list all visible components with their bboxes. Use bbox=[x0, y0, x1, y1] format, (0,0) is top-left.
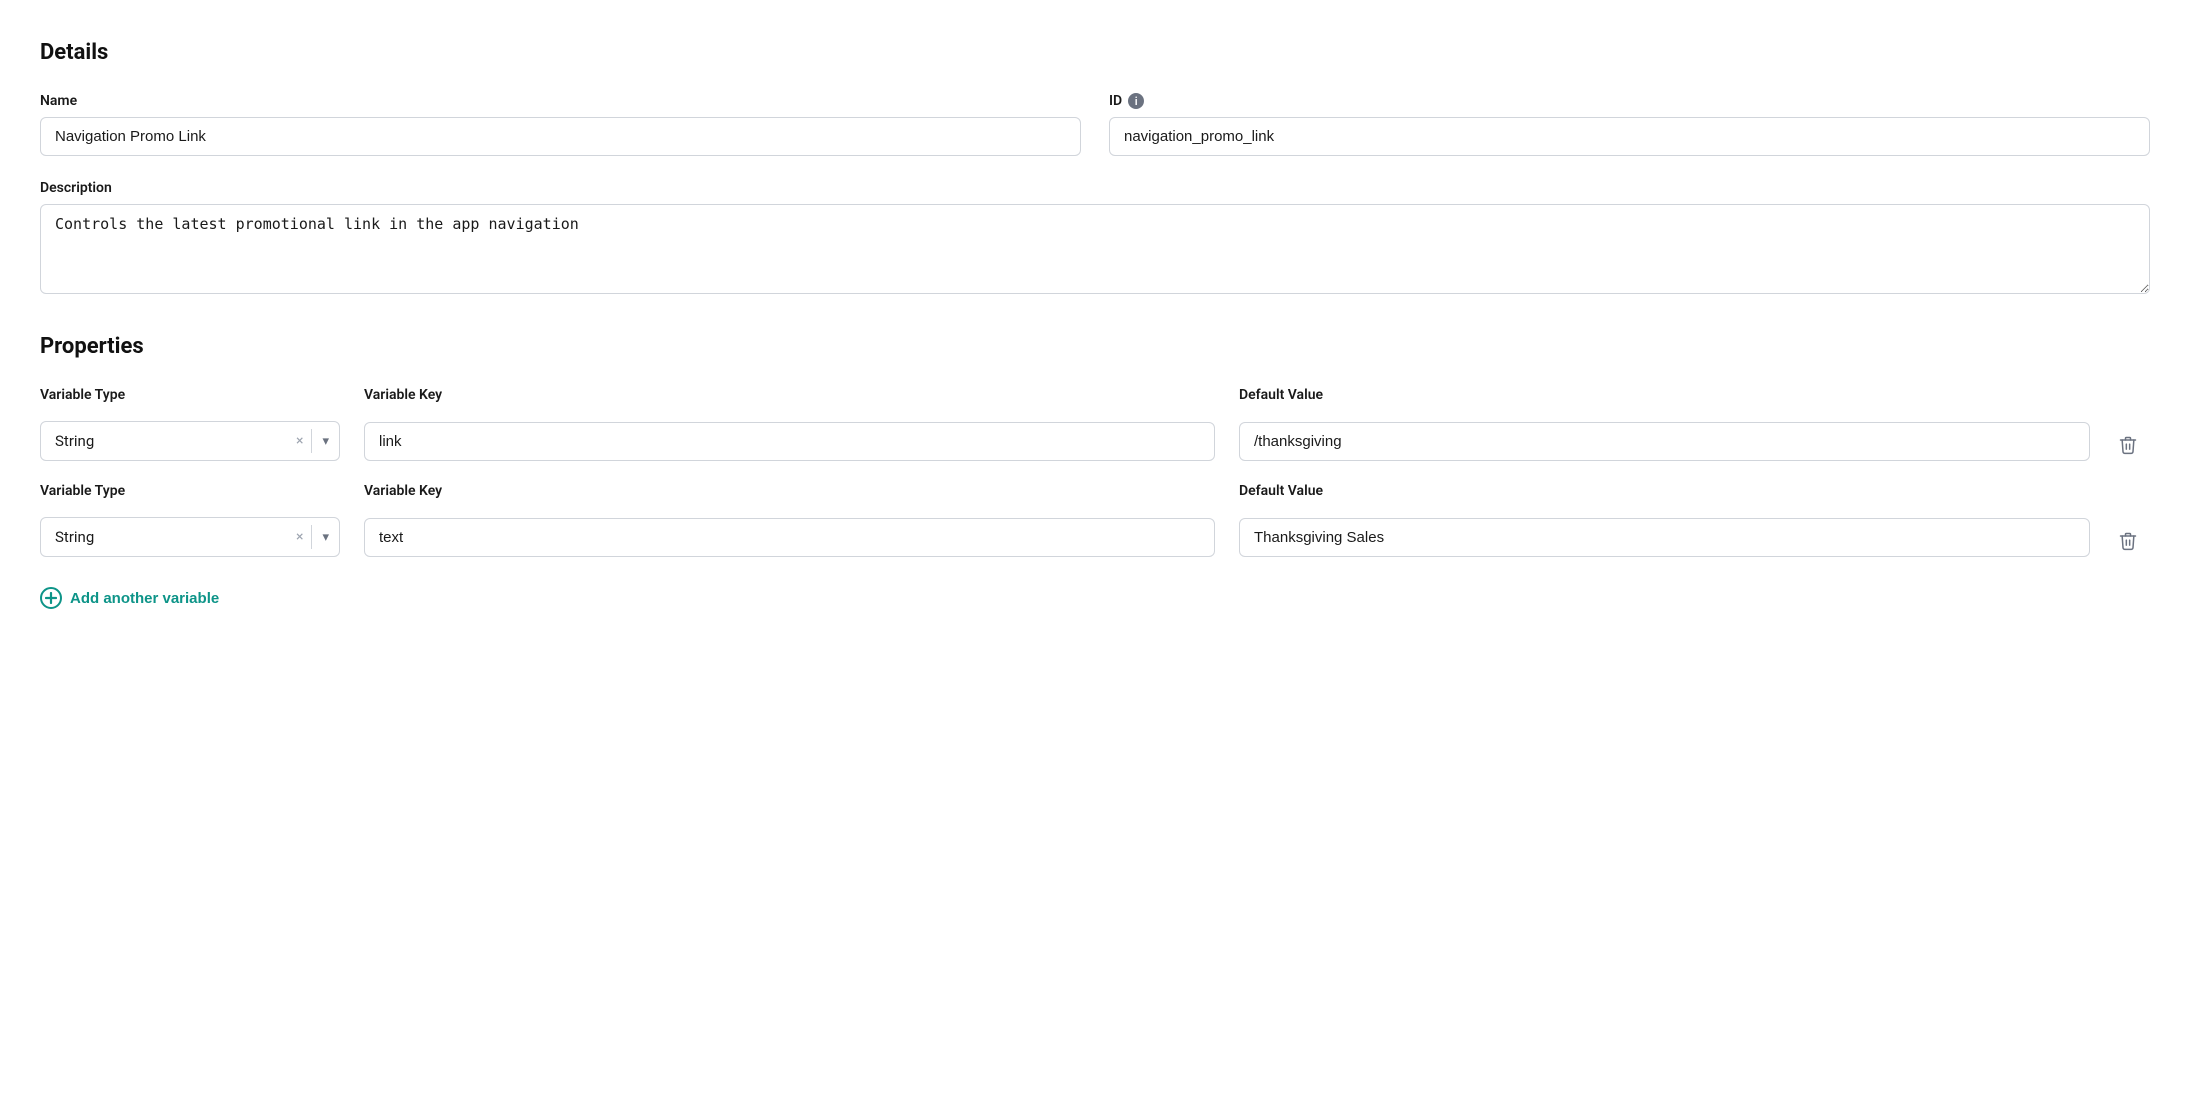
var-type-select-2[interactable]: String × ▾ bbox=[40, 517, 340, 557]
var-delete-col-1 bbox=[2114, 419, 2150, 463]
var-default-label-1: Default Value bbox=[1239, 387, 2090, 403]
var-default-label-2: Default Value bbox=[1239, 483, 2090, 499]
trash-icon-2 bbox=[2118, 531, 2138, 551]
add-plus-icon bbox=[40, 587, 62, 609]
var-key-label-2: Variable Key bbox=[364, 483, 1215, 499]
description-label: Description bbox=[40, 180, 2150, 196]
var-type-clear-1[interactable]: × bbox=[288, 433, 311, 449]
var-default-col-2 bbox=[1239, 518, 2090, 557]
var-type-arrow-2[interactable]: ▾ bbox=[312, 530, 339, 545]
add-variable-button[interactable]: Add another variable bbox=[40, 579, 219, 617]
variable-headers-1: Variable Type Variable Key Default Value bbox=[40, 387, 2150, 411]
var-default-input-1[interactable] bbox=[1239, 422, 2090, 461]
variable-fields-1: String × ▾ bbox=[40, 419, 2150, 463]
name-label: Name bbox=[40, 93, 1081, 109]
name-input[interactable] bbox=[40, 117, 1081, 156]
id-info-icon[interactable]: i bbox=[1128, 93, 1144, 109]
variable-block-1: Variable Type Variable Key Default Value… bbox=[40, 387, 2150, 463]
var-type-select-1[interactable]: String × ▾ bbox=[40, 421, 340, 461]
var-type-value-2: String bbox=[41, 518, 288, 556]
var-default-input-2[interactable] bbox=[1239, 518, 2090, 557]
trash-icon-1 bbox=[2118, 435, 2138, 455]
add-variable-label: Add another variable bbox=[70, 590, 219, 607]
name-field-group: Name bbox=[40, 93, 1081, 156]
var-delete-btn-2[interactable] bbox=[2114, 523, 2142, 559]
details-section: Details Name ID i Description Controls t… bbox=[40, 40, 2150, 294]
var-key-col-1 bbox=[364, 422, 1215, 461]
var-type-arrow-1[interactable]: ▾ bbox=[312, 434, 339, 449]
id-field-group: ID i bbox=[1109, 93, 2150, 156]
variable-headers-2: Variable Type Variable Key Default Value bbox=[40, 483, 2150, 507]
variable-fields-2: String × ▾ bbox=[40, 515, 2150, 559]
var-key-input-2[interactable] bbox=[364, 518, 1215, 557]
var-key-col-2 bbox=[364, 518, 1215, 557]
description-field-group: Description Controls the latest promotio… bbox=[40, 180, 2150, 294]
var-key-input-1[interactable] bbox=[364, 422, 1215, 461]
details-title: Details bbox=[40, 40, 2150, 65]
id-input[interactable] bbox=[1109, 117, 2150, 156]
var-type-label-1: Variable Type bbox=[40, 387, 340, 403]
var-type-value-1: String bbox=[41, 422, 288, 460]
var-delete-col-2 bbox=[2114, 515, 2150, 559]
var-type-clear-2[interactable]: × bbox=[288, 529, 311, 545]
properties-section: Properties Variable Type Variable Key De… bbox=[40, 334, 2150, 617]
var-default-col-1 bbox=[1239, 422, 2090, 461]
var-type-col-1: String × ▾ bbox=[40, 421, 340, 461]
id-label: ID i bbox=[1109, 93, 2150, 109]
var-delete-btn-1[interactable] bbox=[2114, 427, 2142, 463]
variable-block-2: Variable Type Variable Key Default Value… bbox=[40, 483, 2150, 559]
properties-title: Properties bbox=[40, 334, 2150, 359]
var-type-col-2: String × ▾ bbox=[40, 517, 340, 557]
var-type-label-2: Variable Type bbox=[40, 483, 340, 499]
description-input[interactable]: Controls the latest promotional link in … bbox=[40, 204, 2150, 294]
var-key-label-1: Variable Key bbox=[364, 387, 1215, 403]
name-id-row: Name ID i bbox=[40, 93, 2150, 156]
